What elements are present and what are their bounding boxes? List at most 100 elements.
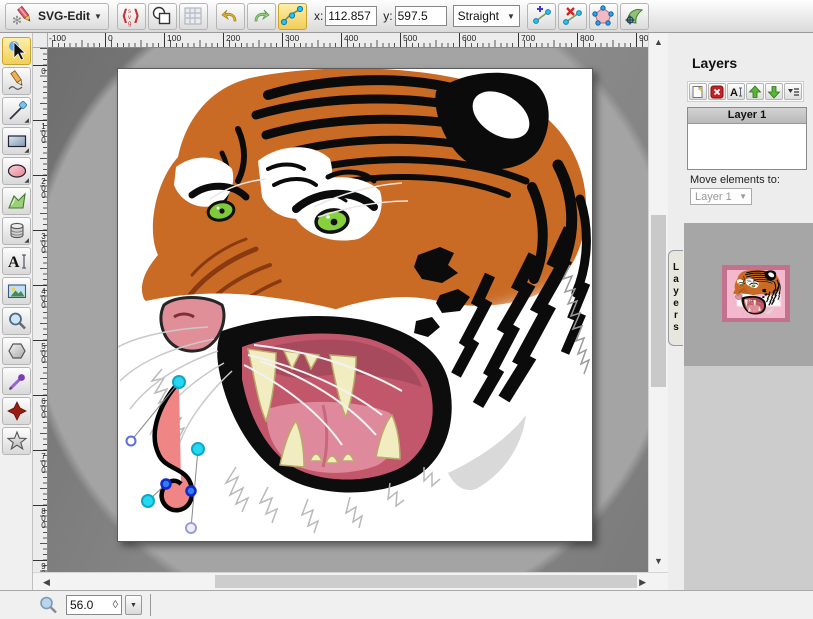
delete-layer-button[interactable] (708, 83, 726, 100)
zoom-level-field[interactable]: ◊ (66, 595, 122, 615)
scroll-left-icon[interactable]: ◀ (43, 577, 50, 588)
tool-path[interactable] (2, 187, 31, 215)
pencil-icon (6, 70, 28, 92)
thumbnail-image (727, 270, 785, 318)
ruler-tick-label: 300 (33, 230, 48, 253)
ruler-tick-label: 600 (33, 395, 48, 418)
tool-zoom[interactable] (2, 307, 31, 335)
side-panel-divider[interactable]: Layers (668, 33, 684, 590)
eyedropper-icon (6, 370, 28, 392)
layer-options-icon (786, 85, 800, 99)
y-coordinate-input[interactable] (395, 6, 447, 26)
selected-path-node[interactable] (162, 480, 171, 489)
tool-star[interactable] (2, 427, 31, 455)
move-layer-up-button[interactable] (746, 83, 764, 100)
tool-polygon[interactable] (2, 337, 31, 365)
path-node[interactable] (173, 376, 185, 388)
path-node[interactable] (142, 495, 154, 507)
workspace[interactable] (48, 48, 648, 572)
ruler-tick-label: 200 (33, 175, 48, 198)
ruler-tick-label: 600 (459, 33, 476, 48)
selected-path-node[interactable] (187, 487, 196, 496)
delete-node-button[interactable] (558, 3, 587, 30)
tool-ellipse[interactable]: ◢ (2, 157, 31, 185)
layers-side-tab[interactable]: Layers (668, 250, 683, 346)
ruler-tick-label: -100 (48, 33, 66, 48)
select-caret-icon: ▼ (739, 192, 747, 201)
flyout-arrow-icon: ◢ (24, 148, 29, 154)
vertical-scrollbar[interactable]: ▲ ▼ (648, 33, 668, 572)
ruler-tick-label: 200 (223, 33, 240, 48)
tool-line[interactable]: ◢ (2, 97, 31, 125)
add-node-icon (529, 4, 553, 28)
ruler-tick-label: 100 (33, 120, 48, 143)
cross-diamond-icon (6, 400, 28, 422)
main-menu-button[interactable]: ✻ SVG-Edit ▼ (5, 3, 109, 30)
redo-icon (250, 5, 272, 27)
move-elements-select[interactable]: Layer 1 ▼ (690, 188, 752, 205)
svg-text:⟩: ⟩ (133, 8, 140, 25)
ruler-tick-label: 100 (164, 33, 181, 48)
control-handle-node[interactable] (186, 523, 196, 533)
x-coordinate-input[interactable] (325, 6, 377, 26)
convert-to-path-button[interactable] (620, 3, 649, 30)
zoom-level-input[interactable] (70, 598, 102, 612)
horizontal-scrollbar[interactable]: ◀ ▶ (33, 572, 668, 590)
zoom-dropdown-button[interactable]: ▼ (125, 595, 142, 615)
ruler-tick-label: 900 (636, 33, 648, 48)
tool-eyedropper[interactable] (2, 367, 31, 395)
svg-edit-logo-icon: ✻ (12, 5, 34, 27)
image-icon (6, 280, 28, 302)
open-close-path-icon (591, 4, 615, 28)
segment-type-select[interactable]: Straight ▼ (453, 5, 520, 27)
horizontal-scroll-thumb[interactable] (215, 575, 637, 588)
source-code-button[interactable]: ⟨ ⟩ s v g (117, 3, 146, 30)
drawing-thumbnail[interactable] (722, 265, 790, 322)
add-node-button[interactable] (527, 3, 556, 30)
tool-image[interactable] (2, 277, 31, 305)
horizontal-ruler: -10001002003004005006007008009001000 (48, 33, 648, 48)
document-properties-button[interactable] (148, 3, 177, 30)
open-close-path-button[interactable] (589, 3, 618, 30)
star-icon (6, 430, 28, 452)
move-layer-down-button[interactable] (765, 83, 783, 100)
svg-source-icon: ⟨ ⟩ s v g (120, 5, 142, 27)
redo-button[interactable] (247, 3, 276, 30)
scroll-up-icon[interactable]: ▲ (649, 37, 668, 47)
rename-layer-button[interactable]: A (727, 83, 745, 100)
bottom-toolbar: ◊ ▼ (0, 590, 813, 619)
new-layer-button[interactable]: ✦ (689, 83, 707, 100)
path-node[interactable] (192, 443, 204, 455)
svg-text:g: g (128, 21, 131, 27)
tool-select[interactable] (2, 37, 31, 65)
ruler-tick-label: 0 (105, 33, 113, 48)
vertical-ruler: 0100200300400500600700800900 (33, 48, 48, 572)
scroll-down-icon[interactable]: ▼ (649, 556, 668, 566)
svg-canvas[interactable] (117, 68, 593, 542)
tool-connector[interactable] (2, 397, 31, 425)
control-handle-node[interactable] (127, 437, 136, 446)
tool-pencil[interactable] (2, 67, 31, 95)
tool-text[interactable]: A (2, 247, 31, 275)
edit-path-mode-button[interactable] (278, 3, 307, 30)
text-icon: A (6, 250, 28, 272)
logo-label: SVG-Edit (38, 9, 90, 23)
y-coordinate-label: y: (383, 9, 392, 23)
vertical-scroll-thumb[interactable] (651, 215, 666, 387)
ruler-tick-label: 300 (282, 33, 299, 48)
undo-icon (219, 5, 241, 27)
spinner-icon[interactable]: ◊ (113, 599, 118, 611)
tool-shape-library[interactable]: ◢ (2, 217, 31, 245)
layer-row[interactable]: Layer 1 (688, 108, 806, 124)
editor-preferences-button[interactable] (179, 3, 208, 30)
layer-options-button[interactable] (784, 83, 802, 100)
magnifier-icon (6, 310, 28, 332)
undo-button[interactable] (216, 3, 245, 30)
ruler-tick-label: 0 (33, 65, 48, 74)
new-layer-icon: ✦ (691, 85, 705, 99)
scroll-right-icon[interactable]: ▶ (639, 577, 646, 588)
layer-list[interactable]: Layer 1 (687, 107, 807, 170)
ruler-tick-label: 800 (577, 33, 594, 48)
tool-rectangle[interactable]: ◢ (2, 127, 31, 155)
flyout-arrow-icon: ◢ (24, 238, 29, 244)
